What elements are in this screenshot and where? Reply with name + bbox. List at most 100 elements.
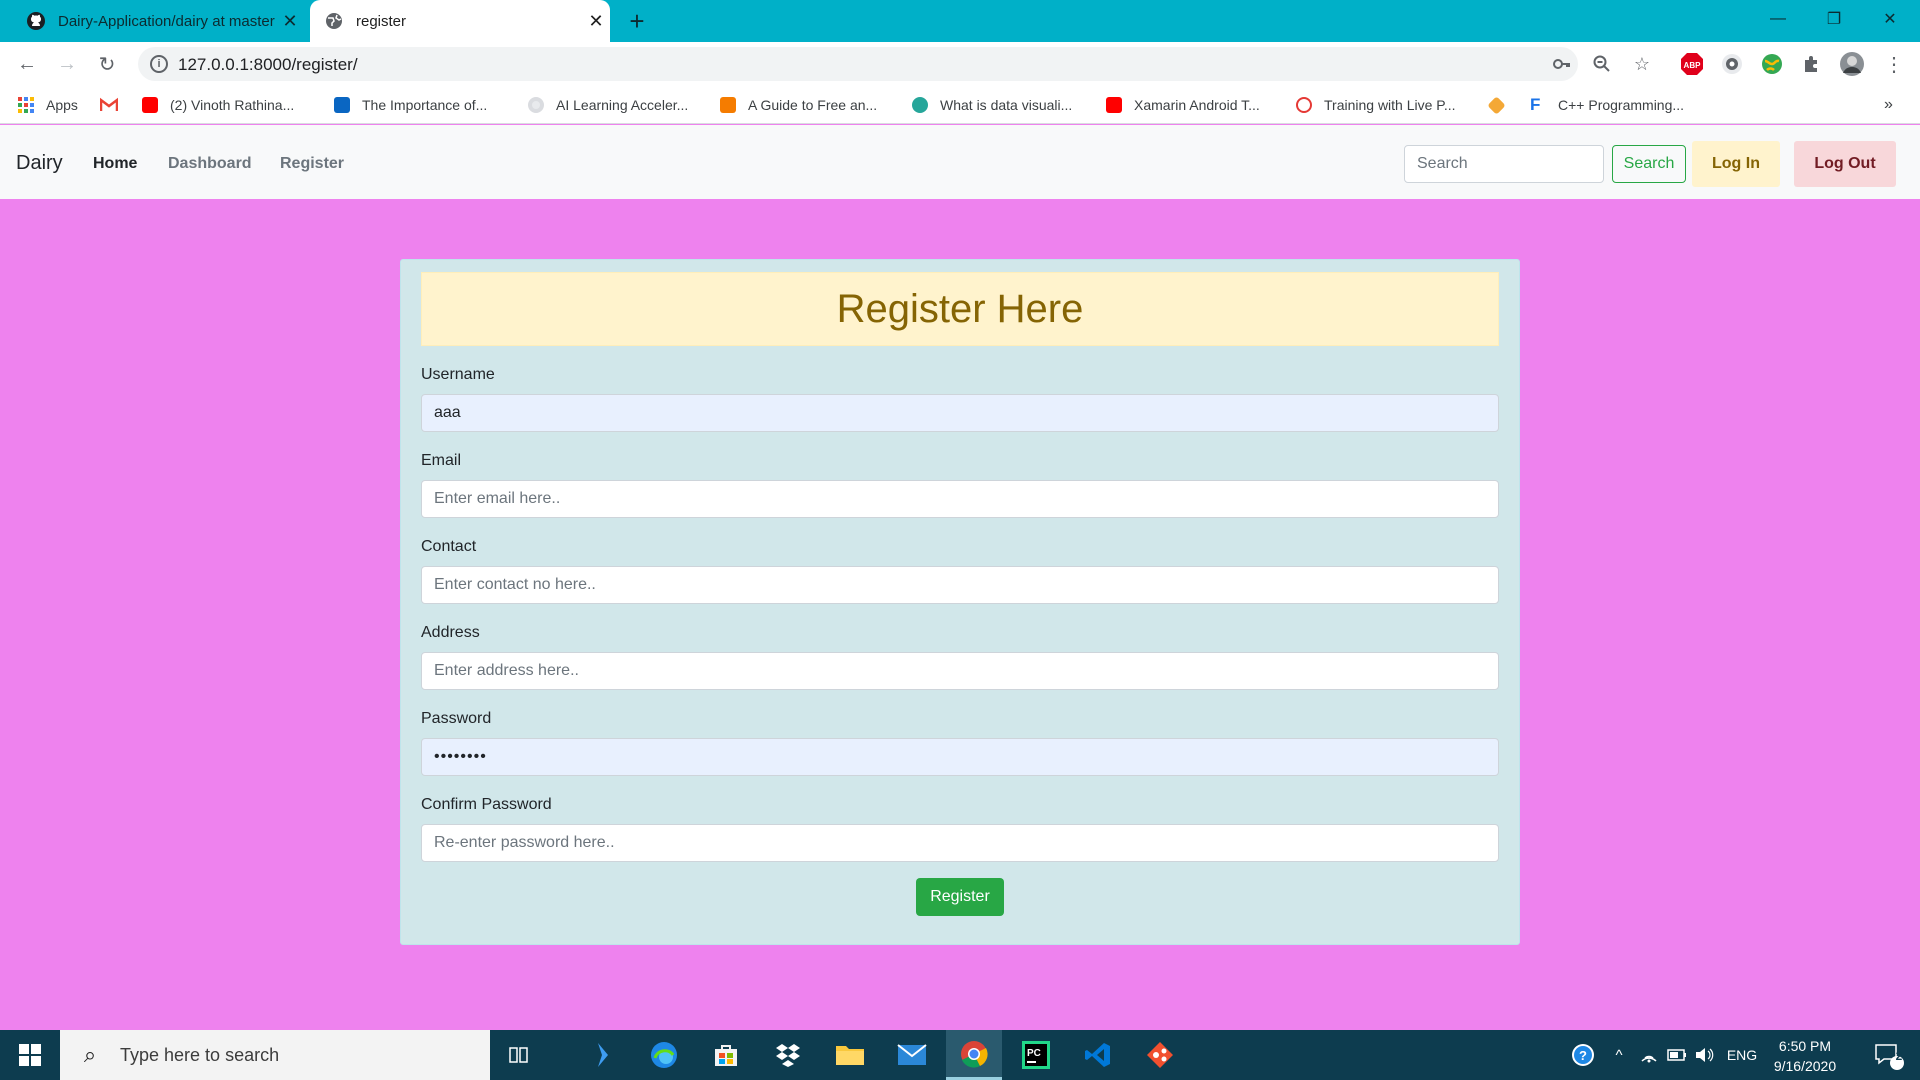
network-icon[interactable] (1636, 1030, 1662, 1080)
nav-home[interactable]: Home (93, 155, 137, 173)
svg-text:PC: PC (1027, 1048, 1041, 1059)
site-brand[interactable]: Dairy (16, 152, 63, 175)
username-label: Username (421, 366, 495, 383)
tab-title: register (356, 12, 407, 30)
svg-text:?: ? (1579, 1048, 1587, 1063)
chevron-up-icon[interactable]: ^ (1606, 1030, 1632, 1080)
bookmarks-overflow[interactable]: » (1884, 94, 1893, 116)
language-indicator[interactable]: ENG (1722, 1030, 1762, 1080)
git-kraken-icon[interactable] (1132, 1030, 1188, 1080)
password-field[interactable]: •••••••• (421, 738, 1499, 776)
pycharm-icon[interactable]: PC (1008, 1030, 1064, 1080)
chat-icon (720, 97, 736, 113)
login-button[interactable]: Log In (1692, 141, 1780, 187)
bookmark-data-visualization[interactable]: What is data visuali... (912, 94, 1072, 116)
extension-chat-icon[interactable] (1718, 50, 1746, 78)
restore-icon[interactable]: ❐ (1806, 0, 1862, 38)
bookmark-youtube-xamarin[interactable]: Xamarin Android T... (1106, 94, 1260, 116)
nav-dashboard[interactable]: Dashboard (168, 155, 252, 173)
diamond-icon (1487, 95, 1506, 115)
bookmark-label: Xamarin Android T... (1134, 97, 1260, 113)
vscode-icon[interactable] (1070, 1030, 1126, 1080)
adblock-icon[interactable]: ABP (1678, 50, 1706, 78)
battery-icon[interactable] (1664, 1030, 1690, 1080)
email-field[interactable]: Enter email here.. (421, 480, 1499, 518)
search-input[interactable]: Search (1404, 145, 1604, 183)
tab-register[interactable]: register ✕ (310, 0, 610, 42)
system-clock[interactable]: 6:50 PM 9/16/2020 (1760, 1036, 1850, 1076)
bookmark-apps[interactable]: Apps (18, 94, 78, 116)
search-button[interactable]: Search (1612, 145, 1686, 183)
bookmark-diamond[interactable] (1487, 94, 1515, 116)
register-heading: Register Here (421, 272, 1499, 346)
nav-register[interactable]: Register (280, 155, 344, 173)
address-field[interactable]: Enter address here.. (421, 652, 1499, 690)
contact-label: Contact (421, 538, 477, 555)
bookmark-guide[interactable]: A Guide to Free an... (720, 94, 877, 116)
tab-github[interactable]: Dairy-Application/dairy at master ✕ (12, 0, 304, 42)
register-card: Register Here Username aaa Email Enter e… (400, 259, 1520, 945)
svg-text:ABP: ABP (1684, 61, 1702, 70)
bookmark-youtube-vinoth[interactable]: (2) Vinoth Rathina... (142, 94, 294, 116)
browser-tab-strip: Dairy-Application/dairy at master ✕ regi… (0, 0, 1920, 42)
clock-date: 9/16/2020 (1773, 1058, 1837, 1074)
volume-icon[interactable] (1692, 1030, 1718, 1080)
register-button[interactable]: Register (916, 878, 1004, 916)
bookmark-label: C++ Programming... (1558, 97, 1685, 113)
windows-start-icon[interactable] (0, 1030, 60, 1080)
store-icon[interactable] (698, 1030, 754, 1080)
dot-icon (528, 97, 544, 113)
minimize-icon[interactable]: — (1750, 0, 1806, 38)
confirm-password-label: Confirm Password (421, 796, 552, 813)
contact-field[interactable]: Enter contact no here.. (421, 566, 1499, 604)
mail-icon[interactable] (884, 1030, 940, 1080)
linkedin-icon (334, 97, 350, 113)
edge-icon[interactable] (636, 1030, 692, 1080)
close-tab-icon[interactable]: ✕ (276, 11, 304, 32)
username-field[interactable]: aaa (421, 394, 1499, 432)
close-tab-icon[interactable]: ✕ (582, 11, 610, 32)
swirl-icon (1296, 97, 1312, 113)
bookmark-star-icon[interactable]: ☆ (1628, 50, 1656, 78)
confirm-password-field[interactable]: Re-enter password here.. (421, 824, 1499, 862)
globe-icon (324, 11, 344, 31)
taskbar-search[interactable]: ⌕ Type here to search (60, 1030, 490, 1080)
bookmark-ai-learning[interactable]: AI Learning Acceler... (528, 94, 688, 116)
bookmark-cpp[interactable]: F C++ Programming... (1530, 94, 1684, 116)
extension-globe-icon[interactable] (1758, 50, 1786, 78)
reload-icon[interactable]: ↻ (92, 50, 122, 78)
bookmark-linkedin[interactable]: The Importance of... (334, 94, 487, 116)
bookmarks-bar: Apps (2) Vinoth Rathina... The Importanc… (0, 86, 1920, 124)
clock-time: 6:50 PM (1778, 1038, 1832, 1054)
menu-kebab-icon[interactable]: ⋮ (1880, 50, 1908, 78)
taskbar-search-placeholder: Type here to search (120, 1044, 280, 1065)
file-explorer-icon[interactable] (822, 1030, 878, 1080)
profile-avatar-icon[interactable] (1838, 50, 1866, 78)
dropbox-icon[interactable] (760, 1030, 816, 1080)
bookmark-gmail[interactable] (99, 94, 128, 116)
back-icon[interactable]: ← (12, 50, 42, 78)
bookmark-label: Apps (46, 97, 78, 113)
task-view-icon[interactable] (492, 1030, 548, 1080)
site-info-icon[interactable]: i (150, 55, 168, 73)
zoom-icon[interactable] (1588, 50, 1616, 78)
bookmark-label: Training with Live P... (1324, 97, 1456, 113)
new-tab-icon[interactable]: + (622, 6, 652, 36)
chrome-icon[interactable] (946, 1030, 1002, 1080)
logout-button[interactable]: Log Out (1794, 141, 1896, 187)
apps-grid-icon (18, 97, 34, 113)
youtube-icon (1106, 97, 1122, 113)
key-icon[interactable] (1548, 50, 1576, 78)
windows-taskbar: ⌕ Type here to search PC ? ^ ENG 6:50 PM… (0, 1030, 1920, 1080)
visual-studio-icon[interactable] (574, 1030, 630, 1080)
close-window-icon[interactable]: ✕ (1862, 0, 1918, 38)
address-bar[interactable]: i 127.0.0.1:8000/register/ (138, 47, 1578, 81)
f-icon: F (1530, 95, 1541, 114)
help-icon[interactable]: ? (1568, 1030, 1598, 1080)
address-url[interactable]: 127.0.0.1:8000/register/ (178, 55, 358, 75)
bookmark-training[interactable]: Training with Live P... (1296, 94, 1456, 116)
extensions-puzzle-icon[interactable] (1798, 50, 1826, 78)
forward-icon[interactable]: → (52, 50, 82, 78)
address-label: Address (421, 624, 480, 641)
notifications-icon[interactable]: 2 (1864, 1030, 1914, 1080)
